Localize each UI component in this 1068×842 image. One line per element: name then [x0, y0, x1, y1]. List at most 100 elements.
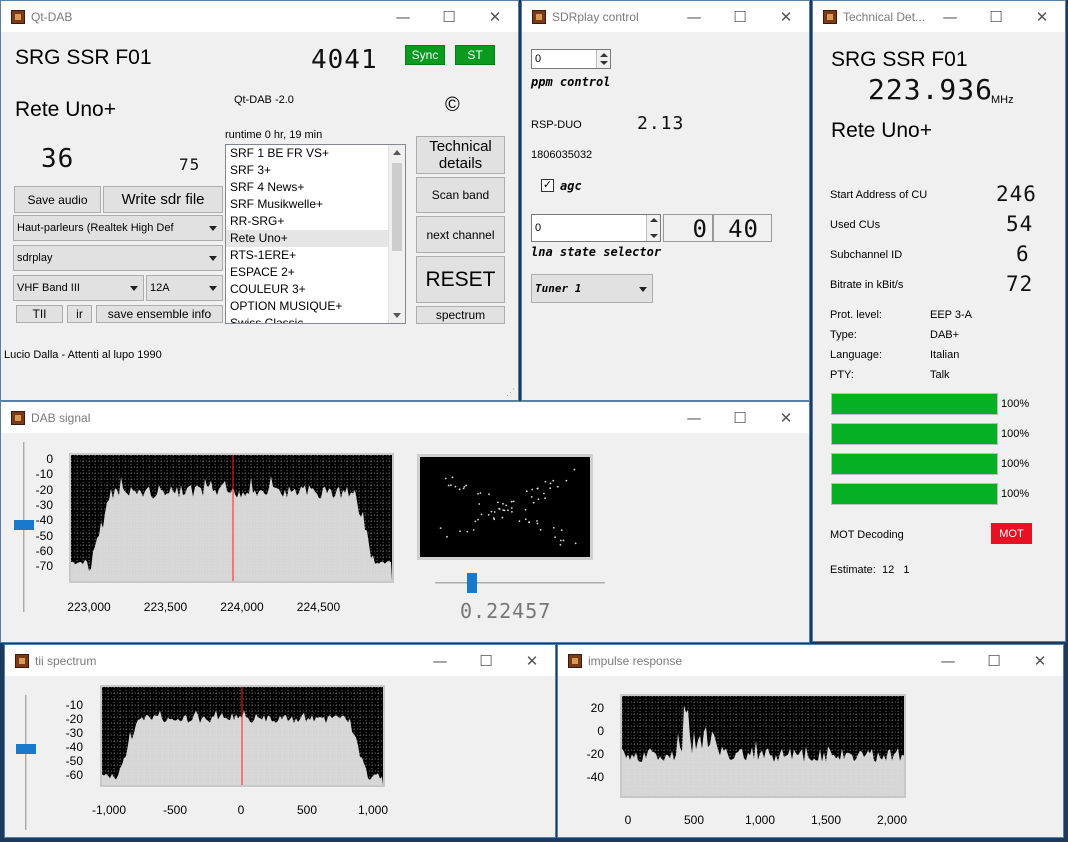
- y-tick-label: -20: [35, 482, 53, 497]
- scrollbar-thumb[interactable]: [392, 163, 402, 251]
- ppm-control-spinbox[interactable]: 0: [531, 49, 611, 69]
- quality-progress-bar: [831, 483, 998, 505]
- save-audio-button[interactable]: Save audio: [14, 186, 101, 213]
- channel-select[interactable]: 12A: [146, 275, 223, 301]
- agc-checkbox[interactable]: ✓: [541, 179, 554, 192]
- close-icon[interactable]: ✕: [1017, 652, 1063, 670]
- y-tick-label: -60: [65, 768, 83, 782]
- app-icon: [11, 410, 25, 425]
- y-tick-label: -30: [35, 497, 53, 512]
- constellation-slider-handle[interactable]: [467, 573, 477, 593]
- dab-signal-window-title: DAB signal: [31, 410, 91, 425]
- close-icon[interactable]: ✕: [763, 409, 809, 427]
- language-label: Language:: [830, 349, 882, 361]
- maximize-icon[interactable]: ☐: [973, 8, 1019, 26]
- chevron-down-icon[interactable]: [393, 313, 401, 318]
- chevron-down-icon: [209, 226, 217, 231]
- spectrum-amplitude-slider-handle[interactable]: [14, 520, 34, 530]
- maximize-icon[interactable]: ☐: [717, 409, 763, 427]
- chevron-up-icon[interactable]: [393, 150, 401, 155]
- lna-gain-display: 40: [713, 214, 772, 243]
- tii-amplitude-slider-track[interactable]: [25, 695, 27, 830]
- x-tick-label: 1,500: [810, 813, 842, 827]
- service-list-item[interactable]: SRF 1 BE FR VS+: [226, 145, 405, 162]
- audio-device-select[interactable]: Haut-parleurs (Realtek High Def: [13, 215, 223, 241]
- y-tick-label: -20: [65, 712, 83, 726]
- spin-arrows-icon[interactable]: [596, 50, 610, 68]
- prot-level-value: EEP 3-A: [930, 309, 972, 321]
- ir-button[interactable]: ir: [67, 305, 92, 323]
- service-list-item[interactable]: SRF Musikwelle+: [226, 196, 405, 213]
- tii-spectrum-graph: [101, 686, 383, 785]
- stereo-indicator: ST: [455, 45, 495, 65]
- main-window-title: Qt-DAB: [31, 9, 73, 24]
- minimize-icon[interactable]: —: [380, 8, 426, 26]
- serial-number-label: 1806035032: [531, 149, 593, 161]
- band-select[interactable]: VHF Band III: [13, 275, 144, 301]
- close-icon[interactable]: ✕: [1019, 8, 1065, 26]
- y-tick-label: 0: [597, 724, 604, 738]
- ppm-value: 0: [535, 53, 542, 65]
- minimize-icon[interactable]: —: [925, 652, 971, 670]
- scan-band-button[interactable]: Scan band: [416, 177, 505, 213]
- maximize-icon[interactable]: ☐: [717, 8, 763, 26]
- close-icon[interactable]: ✕: [763, 8, 809, 26]
- maximize-icon[interactable]: ☐: [971, 652, 1017, 670]
- mot-decoding-label: MOT Decoding: [830, 529, 904, 541]
- y-tick-label: -20: [586, 747, 604, 761]
- constellation-scale-display: 0.22457: [460, 599, 552, 623]
- service-list-item[interactable]: Rete Uno+: [226, 230, 405, 247]
- sdrplay-titlebar: SDRplay control — ☐ ✕: [522, 1, 809, 32]
- minimize-icon[interactable]: —: [417, 652, 463, 670]
- lna-state-spinbox[interactable]: 0: [531, 214, 661, 242]
- minimize-icon[interactable]: —: [927, 8, 973, 26]
- maximize-icon[interactable]: ☐: [426, 8, 472, 26]
- dab-spectrum-plot: [69, 453, 394, 583]
- service-list-item[interactable]: OPTION MUSIQUE+: [226, 298, 405, 315]
- close-icon[interactable]: ✕: [472, 8, 518, 26]
- tii-button[interactable]: TII: [16, 305, 63, 323]
- sync-indicator: Sync: [405, 45, 445, 65]
- service-list-item[interactable]: ESPACE 2+: [226, 264, 405, 281]
- service-list-item[interactable]: SRF 4 News+: [226, 179, 405, 196]
- y-tick-label: -70: [35, 559, 53, 574]
- tuner-select[interactable]: Tuner 1: [531, 274, 653, 303]
- next-channel-button[interactable]: next channel: [416, 216, 505, 253]
- write-sdr-file-button[interactable]: Write sdr file: [103, 186, 223, 213]
- technical-titlebar: Technical Det... — ☐ ✕: [813, 1, 1065, 32]
- spectrum-button[interactable]: spectrum: [416, 306, 505, 324]
- constellation-slider-track[interactable]: [435, 582, 605, 584]
- x-tick-label: 223,000: [67, 600, 111, 614]
- spin-arrows-icon[interactable]: [646, 215, 660, 241]
- subchannel-label: Subchannel ID: [830, 249, 903, 261]
- service-list[interactable]: SRF 1 BE FR VS+ SRF 3+ SRF 4 News+ SRF Musi…: [225, 144, 406, 324]
- resize-grip[interactable]: ⋰: [506, 387, 515, 398]
- start-address-value: 246: [996, 182, 1037, 206]
- reset-button[interactable]: RESET: [416, 256, 505, 303]
- copyright-button[interactable]: ©: [445, 94, 460, 117]
- service-list-scrollbar[interactable]: [388, 145, 405, 323]
- close-icon[interactable]: ✕: [509, 652, 555, 670]
- technical-details-button[interactable]: Technical details: [416, 136, 505, 174]
- x-tick-label: 224,000: [220, 600, 264, 614]
- save-ensemble-info-button[interactable]: save ensemble info: [96, 305, 223, 323]
- main-titlebar: Qt-DAB — ☐ ✕: [1, 1, 518, 32]
- service-list-item[interactable]: Swiss Classic: [226, 315, 405, 323]
- tii-amplitude-slider-handle[interactable]: [16, 744, 36, 754]
- app-icon: [823, 9, 837, 24]
- y-tick-label: -40: [586, 770, 604, 784]
- service-list-item[interactable]: COULEUR 3+: [226, 281, 405, 298]
- start-address-label: Start Address of CU: [830, 189, 928, 201]
- x-tick-label: 500: [296, 803, 318, 817]
- minimize-icon[interactable]: —: [671, 409, 717, 427]
- service-list-item[interactable]: SRF 3+: [226, 162, 405, 179]
- ensemble-id-display: 4041: [311, 45, 378, 75]
- maximize-icon[interactable]: ☐: [463, 652, 509, 670]
- y-tick-label: -10: [35, 467, 53, 482]
- service-list-item[interactable]: RTS-1ERE+: [226, 247, 405, 264]
- sdrplay-control-window: SDRplay control — ☐ ✕ 0 ppm control RSP-…: [521, 0, 810, 401]
- impulse-response-plot: [620, 694, 906, 798]
- service-list-item[interactable]: RR-SRG+: [226, 213, 405, 230]
- minimize-icon[interactable]: —: [671, 8, 717, 26]
- device-select[interactable]: sdrplay: [13, 245, 223, 271]
